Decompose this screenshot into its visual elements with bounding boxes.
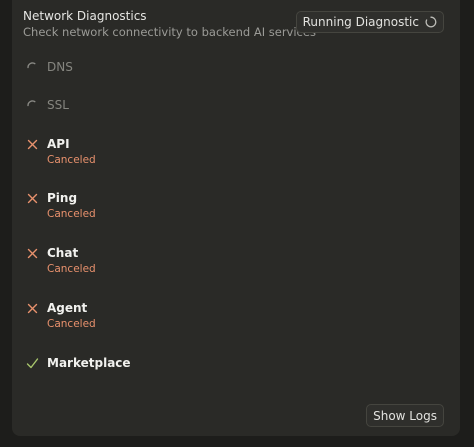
show-logs-button[interactable]: Show Logs — [366, 404, 444, 427]
check-icon — [26, 357, 39, 370]
check-status: Canceled — [47, 263, 96, 275]
spinner-icon — [26, 99, 39, 112]
spinner-icon — [26, 61, 39, 74]
x-icon — [26, 247, 39, 260]
check-label: Ping — [47, 191, 78, 205]
panel-title: Network Diagnostics — [23, 9, 147, 23]
check-label: DNS — [47, 60, 73, 74]
check-status: Canceled — [47, 154, 96, 166]
check-label: SSL — [47, 98, 69, 112]
x-icon — [26, 192, 39, 205]
check-label: Marketplace — [47, 356, 131, 370]
panel-subtitle: Check network connectivity to backend AI… — [23, 25, 316, 39]
running-diagnostic-button[interactable]: Running Diagnostic — [295, 11, 444, 33]
check-label: Chat — [47, 246, 79, 260]
x-icon — [26, 138, 39, 151]
network-diagnostics-panel: Network Diagnostics Check network connec… — [12, 0, 460, 436]
x-icon — [26, 302, 39, 315]
check-label: Agent — [47, 301, 88, 315]
check-label: API — [47, 137, 70, 151]
check-status: Canceled — [47, 318, 96, 330]
running-diagnostic-label: Running Diagnostic — [302, 15, 419, 29]
check-status: Canceled — [47, 208, 96, 220]
spinner-icon — [425, 16, 437, 28]
